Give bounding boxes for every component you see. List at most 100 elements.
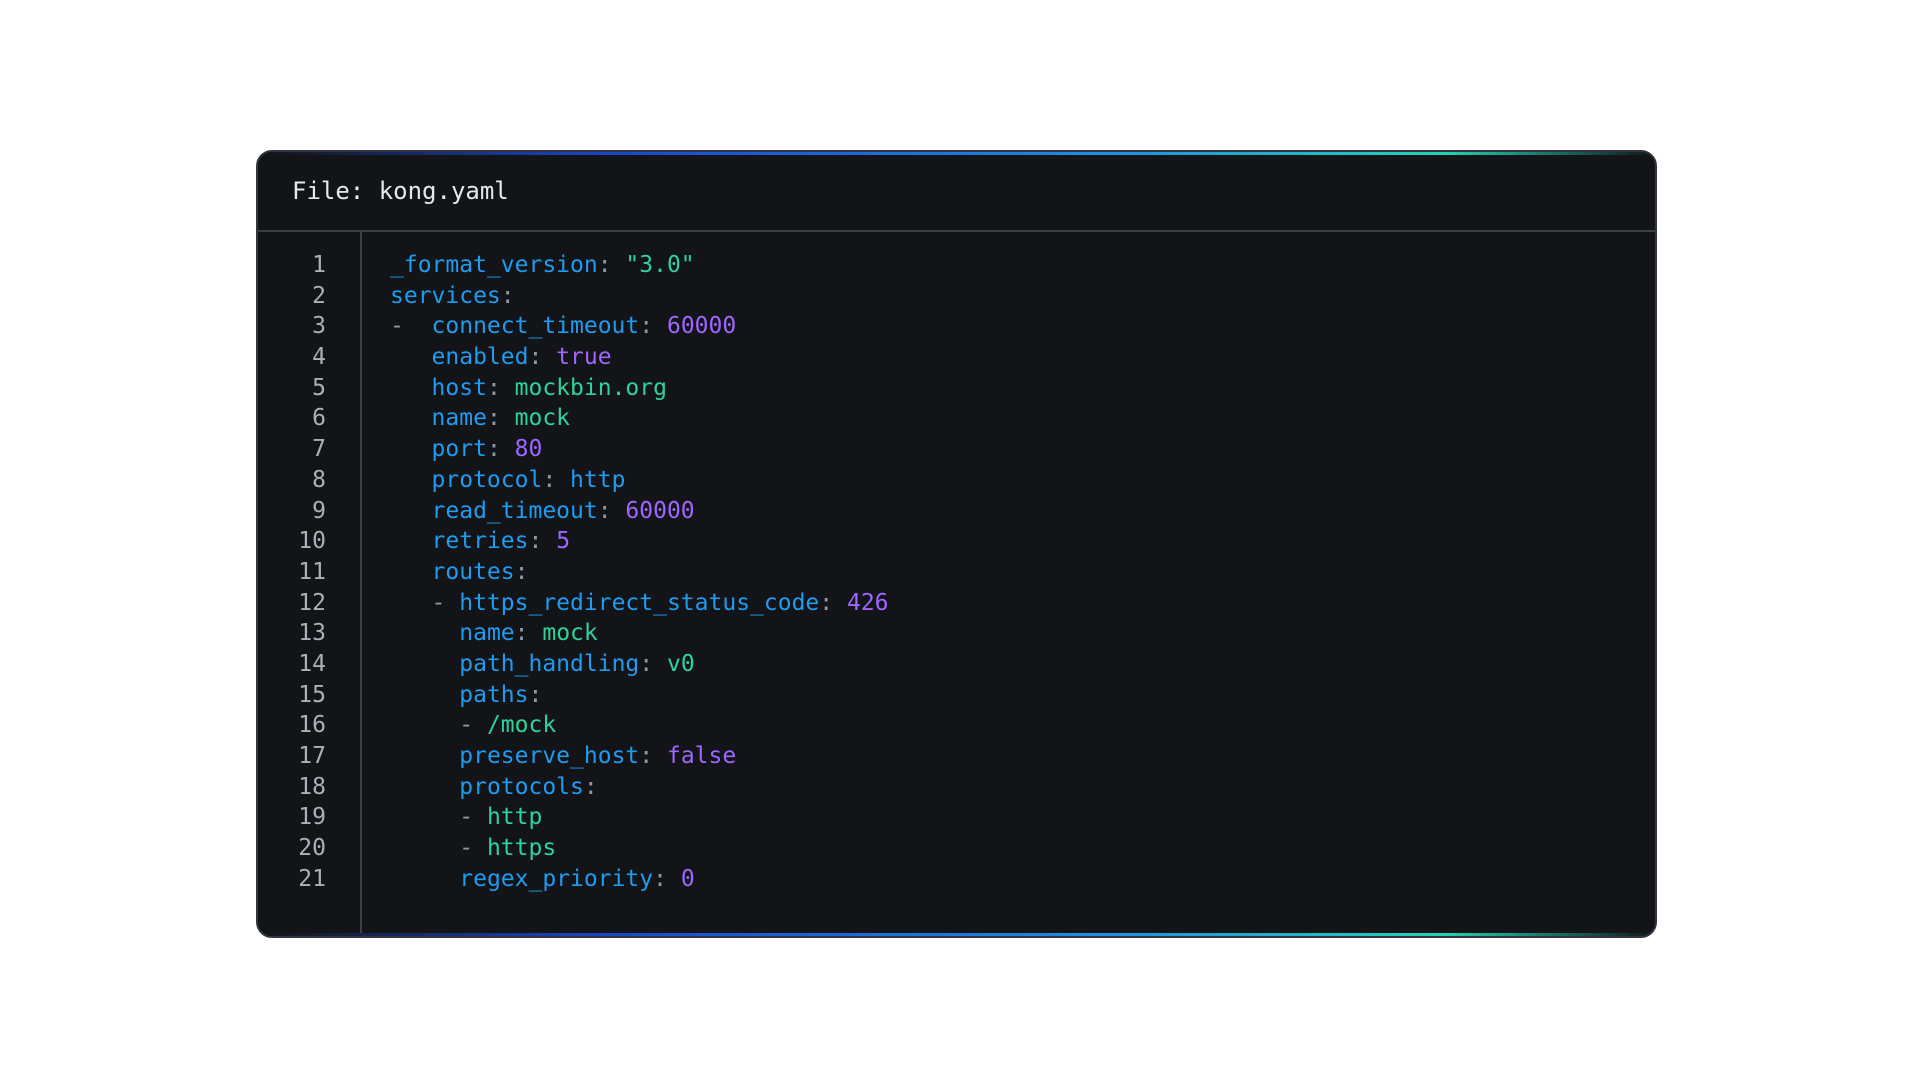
line-number: 11 xyxy=(298,558,326,585)
file-header: File: kong.yaml xyxy=(258,152,1655,232)
line-number: 2 xyxy=(312,282,326,309)
punctuation: : xyxy=(639,650,667,677)
yaml-key: read_timeout xyxy=(431,497,598,524)
code-content[interactable]: _format_version: "3.0" services: - connect… xyxy=(362,232,889,936)
line-number: 17 xyxy=(298,743,326,769)
boolean-value: false xyxy=(666,743,737,769)
code-line: - connect_timeout: 60000 xyxy=(390,311,889,342)
file-name-label: File: kong.yaml xyxy=(292,177,509,205)
code-line: services: xyxy=(390,281,889,312)
code-line: read_timeout: 60000 xyxy=(390,496,889,527)
punctuation: : xyxy=(542,466,571,493)
line-number-gutter: 1 2 3 4 5 6 7 8 9 10 11 12 13 14 15 16 17 18 19 20 21 xyxy=(258,232,362,936)
code-window: File: kong.yaml 1 2 3 4 5 6 7 8 9 10 11 12 13 14 15 16 1… xyxy=(256,150,1657,938)
yaml-key: enabled xyxy=(431,344,529,371)
number-value: 80 xyxy=(514,436,543,463)
yaml-key: host xyxy=(431,374,487,401)
line-number: 19 xyxy=(298,804,326,831)
string-value: http xyxy=(486,804,543,831)
number-value: 60000 xyxy=(625,497,695,524)
punctuation: : xyxy=(528,344,557,371)
number-value: 426 xyxy=(846,589,889,616)
string-value: mock xyxy=(514,405,571,432)
number-value: 5 xyxy=(556,528,571,555)
code-body: 1 2 3 4 5 6 7 8 9 10 11 12 13 14 15 16 17 18 19 20 21 _forma… xyxy=(258,232,1655,936)
code-line: - /mock xyxy=(390,710,889,741)
yaml-key: preserve_host xyxy=(459,743,640,769)
punctuation: : xyxy=(639,313,667,340)
code-line: path_handling: v0 xyxy=(390,649,889,680)
yaml-key: name xyxy=(431,405,487,432)
punctuation: : xyxy=(514,558,529,585)
code-line: paths: xyxy=(390,680,889,711)
line-number: 16 xyxy=(298,712,326,739)
number-value: 60000 xyxy=(666,313,737,340)
punctuation: : xyxy=(819,589,847,616)
list-dash: - xyxy=(431,589,460,616)
yaml-key: name xyxy=(459,620,515,647)
code-line: port: 80 xyxy=(390,434,889,465)
line-number: 9 xyxy=(312,497,326,524)
code-line: protocol: http xyxy=(390,465,889,496)
punctuation: : xyxy=(514,620,543,647)
punctuation: : xyxy=(486,436,515,463)
list-dash: - xyxy=(459,804,487,831)
code-line: name: mock xyxy=(390,403,889,434)
yaml-key: connect_timeout xyxy=(431,313,640,340)
string-value: https xyxy=(486,835,557,862)
number-value: 0 xyxy=(680,865,695,892)
yaml-key: path_handling xyxy=(459,650,640,677)
string-value: /mock xyxy=(486,712,557,739)
line-number: 8 xyxy=(312,466,326,493)
code-line: host: mockbin.org xyxy=(390,373,889,404)
yaml-key: regex_priority xyxy=(459,865,654,892)
punctuation: : xyxy=(528,528,557,555)
line-number: 13 xyxy=(298,620,326,647)
line-number: 21 xyxy=(298,865,326,892)
list-dash: - xyxy=(390,313,432,340)
line-number: 14 xyxy=(298,650,326,677)
string-value: mockbin.org xyxy=(514,374,667,401)
code-line: protocols: xyxy=(390,772,889,803)
list-dash: - xyxy=(459,712,487,739)
punctuation: : xyxy=(528,681,543,708)
string-value: v0 xyxy=(666,650,695,677)
code-line: regex_priority: 0 xyxy=(390,864,889,895)
line-number: 6 xyxy=(312,405,326,432)
line-number: 20 xyxy=(298,835,326,862)
punctuation: : xyxy=(639,743,667,769)
code-line: enabled: true xyxy=(390,342,889,373)
punctuation: : xyxy=(486,405,515,432)
yaml-key: http xyxy=(570,466,626,493)
line-number: 15 xyxy=(298,681,326,708)
code-line: routes: xyxy=(390,557,889,588)
boolean-value: true xyxy=(556,344,612,371)
yaml-key: https_redirect_status_code xyxy=(459,589,820,616)
line-number: 12 xyxy=(298,589,326,616)
code-line: - http xyxy=(390,802,889,833)
line-number: 10 xyxy=(298,528,326,555)
punctuation: : xyxy=(597,497,626,524)
line-number: 5 xyxy=(312,374,326,401)
yaml-key: protocols xyxy=(459,773,584,800)
code-line: preserve_host: false xyxy=(390,741,889,772)
yaml-key: retries xyxy=(431,528,529,555)
code-line: - https_redirect_status_code: 426 xyxy=(390,588,889,619)
yaml-key: protocol xyxy=(431,466,543,493)
list-dash: - xyxy=(459,835,487,862)
punctuation: : xyxy=(597,252,626,278)
line-number: 4 xyxy=(312,344,326,371)
